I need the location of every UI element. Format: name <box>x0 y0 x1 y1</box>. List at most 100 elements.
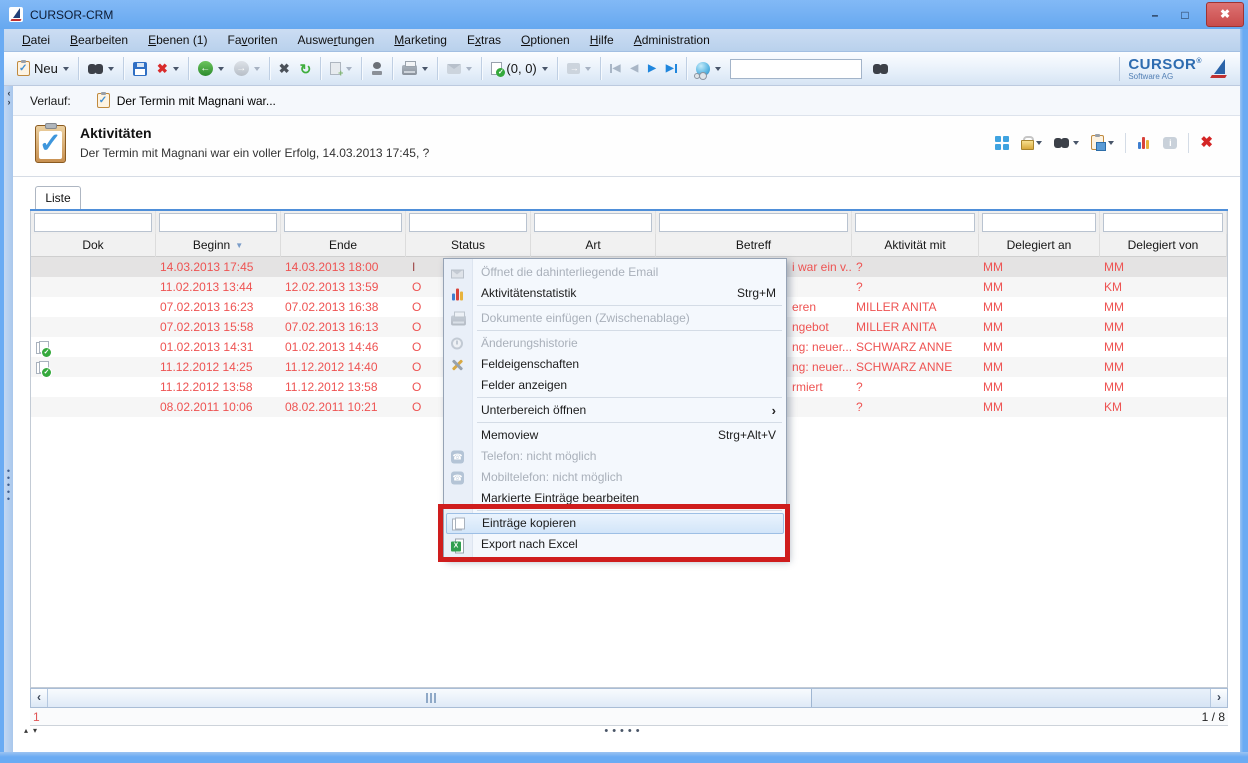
vertical-splitter[interactable]: ‹ › ••••• <box>4 86 13 752</box>
filter-input-aktivitaet_mit[interactable] <box>855 213 975 232</box>
tab-liste[interactable]: Liste <box>35 186 81 210</box>
column-header-delegiert_an[interactable]: Delegiert an <box>979 234 1100 257</box>
nav-last-button[interactable]: ▶ <box>661 56 682 82</box>
column-header-art[interactable]: Art <box>531 234 656 257</box>
scroll-right-button[interactable]: › <box>1210 689 1227 707</box>
person-search-button[interactable] <box>691 56 726 82</box>
titlebar: CURSOR-CRM – □ ✖ <box>0 0 1248 29</box>
cell-ende: 11.12.2012 13:58 <box>281 377 406 397</box>
column-header-delegiert_von[interactable]: Delegiert von <box>1100 234 1227 257</box>
dropdown-caret-icon[interactable] <box>585 67 591 71</box>
phone-icon: ☎ <box>451 471 464 484</box>
dropdown-caret-icon[interactable] <box>1073 141 1079 145</box>
context-menu-item-aktivitätenstatistik[interactable]: AktivitätenstatistikStrg+M <box>444 283 786 304</box>
save-button[interactable] <box>128 56 152 82</box>
counter-button[interactable]: (0, 0) <box>486 56 552 82</box>
new-button[interactable]: Neu <box>12 56 74 82</box>
back-button[interactable]: ← <box>193 56 229 82</box>
lock-button[interactable] <box>1018 133 1045 153</box>
dropdown-caret-icon[interactable] <box>422 67 428 71</box>
splitter-collapse-right-icon[interactable]: › <box>5 98 13 107</box>
filter-input-delegiert_von[interactable] <box>1103 213 1223 232</box>
filter-input-beginn[interactable] <box>159 213 277 232</box>
toolbar-separator <box>320 57 321 80</box>
context-menu-item-felder-anzeigen[interactable]: Felder anzeigen <box>444 375 786 396</box>
statistics-button[interactable] <box>1134 133 1154 152</box>
dropdown-caret-icon[interactable] <box>346 67 352 71</box>
column-header-betreff[interactable]: Betreff <box>656 234 852 257</box>
dropdown-caret-icon[interactable] <box>218 67 224 71</box>
filter-input-art[interactable] <box>534 213 652 232</box>
menu-optionen[interactable]: Optionen <box>511 30 580 50</box>
menu-auswertungen[interactable]: Auswertungen <box>288 30 385 50</box>
doc-check-icon: ✓ <box>36 341 48 354</box>
page-header: ✓ Aktivitäten Der Termin mit Magnani war… <box>13 116 1240 177</box>
dropdown-caret-icon[interactable] <box>1036 141 1042 145</box>
menu-favoriten[interactable]: Favoriten <box>217 30 287 50</box>
horizontal-scrollbar[interactable]: ‹ › <box>30 688 1228 708</box>
menu-datei[interactable]: Datei <box>12 30 60 50</box>
dropdown-caret-icon[interactable] <box>173 67 179 71</box>
search-button[interactable] <box>83 56 119 82</box>
menu-bearbeiten[interactable]: Bearbeiten <box>60 30 138 50</box>
cell-delegiert-an: MM <box>979 317 1100 337</box>
dropdown-caret-icon[interactable] <box>254 67 260 71</box>
close-button[interactable]: ✖ <box>1197 132 1216 153</box>
find-button[interactable] <box>1051 135 1082 151</box>
column-header-dok[interactable]: Dok <box>31 234 156 257</box>
dropdown-caret-icon[interactable] <box>108 67 114 71</box>
column-header-beginn[interactable]: Beginn▼ <box>156 234 281 257</box>
cell-ende: 07.02.2013 16:13 <box>281 317 406 337</box>
dropdown-caret-icon[interactable] <box>715 67 721 71</box>
menu-extras[interactable]: Extras <box>457 30 511 50</box>
filter-input-delegiert_an[interactable] <box>982 213 1096 232</box>
toolbar-separator <box>123 57 124 80</box>
nav-last-icon: ▶ <box>666 63 677 74</box>
cancel-button[interactable]: ✖ <box>274 56 295 82</box>
tiles-button[interactable] <box>992 133 1012 153</box>
print-button[interactable] <box>397 56 433 82</box>
scroll-left-button[interactable]: ‹ <box>31 689 48 707</box>
history-entry[interactable]: Der Termin mit Magnani war... <box>97 93 276 108</box>
close-button[interactable]: ✖ <box>1206 2 1244 27</box>
menu-ebenen-1-[interactable]: Ebenen (1) <box>138 30 217 50</box>
dropdown-caret-icon[interactable] <box>542 67 548 71</box>
copy-view-button[interactable] <box>1088 132 1117 153</box>
context-menu-item-memoview[interactable]: MemoviewStrg+Alt+V <box>444 425 786 446</box>
dropdown-caret-icon[interactable] <box>63 67 69 71</box>
nav-next-button[interactable]: ▶ <box>643 56 661 82</box>
find-button[interactable] <box>868 56 893 82</box>
filter-input-ende[interactable] <box>284 213 402 232</box>
toolbar-separator <box>437 57 438 80</box>
column-header-status[interactable]: Status <box>406 234 531 257</box>
filter-input-status[interactable] <box>409 213 527 232</box>
delete-button[interactable]: ✖ <box>152 56 184 82</box>
splitter-grip[interactable]: ••••• <box>4 468 13 503</box>
refresh-button[interactable]: ↻ <box>295 56 317 82</box>
filter-input-dok[interactable] <box>34 213 152 232</box>
menu-marketing[interactable]: Marketing <box>384 30 457 50</box>
context-menu-item-markierte-einträge-bearbeiten[interactable]: Markierte Einträge bearbeiten <box>444 488 786 509</box>
menu-administration[interactable]: Administration <box>624 30 720 50</box>
filter-input-betreff[interactable] <box>659 213 848 232</box>
column-header-aktivitaet_mit[interactable]: Aktivität mit <box>852 234 979 257</box>
toolbar-search-input[interactable] <box>730 59 862 79</box>
app-logo-icon <box>9 7 23 22</box>
dropdown-caret-icon[interactable] <box>1108 141 1114 145</box>
context-menu-item-unterbereich-öffnen[interactable]: Unterbereich öffnen› <box>444 400 786 421</box>
context-menu-item-feldeigenschaften[interactable]: Feldeigenschaften <box>444 354 786 375</box>
context-menu-item-einträge-kopieren[interactable]: Einträge kopieren <box>446 513 784 534</box>
maximize-button[interactable]: □ <box>1170 4 1200 26</box>
binoculars-icon <box>873 64 888 74</box>
window-border-bottom <box>0 752 1248 763</box>
activities-clipboard-icon: ✓ <box>35 125 66 163</box>
minimize-button[interactable]: – <box>1140 4 1170 26</box>
context-menu-item-export-nach-excel[interactable]: Export nach Excel <box>444 534 786 555</box>
column-header-ende[interactable]: Ende <box>281 234 406 257</box>
cell-ende: 12.02.2013 13:59 <box>281 277 406 297</box>
scrollbar-thumb[interactable] <box>48 689 812 707</box>
horizontal-splitter-grip[interactable]: ••••• <box>0 725 1248 737</box>
menu-hilfe[interactable]: Hilfe <box>580 30 624 50</box>
dropdown-caret-icon[interactable] <box>466 67 472 71</box>
stamp-button[interactable] <box>366 56 388 82</box>
